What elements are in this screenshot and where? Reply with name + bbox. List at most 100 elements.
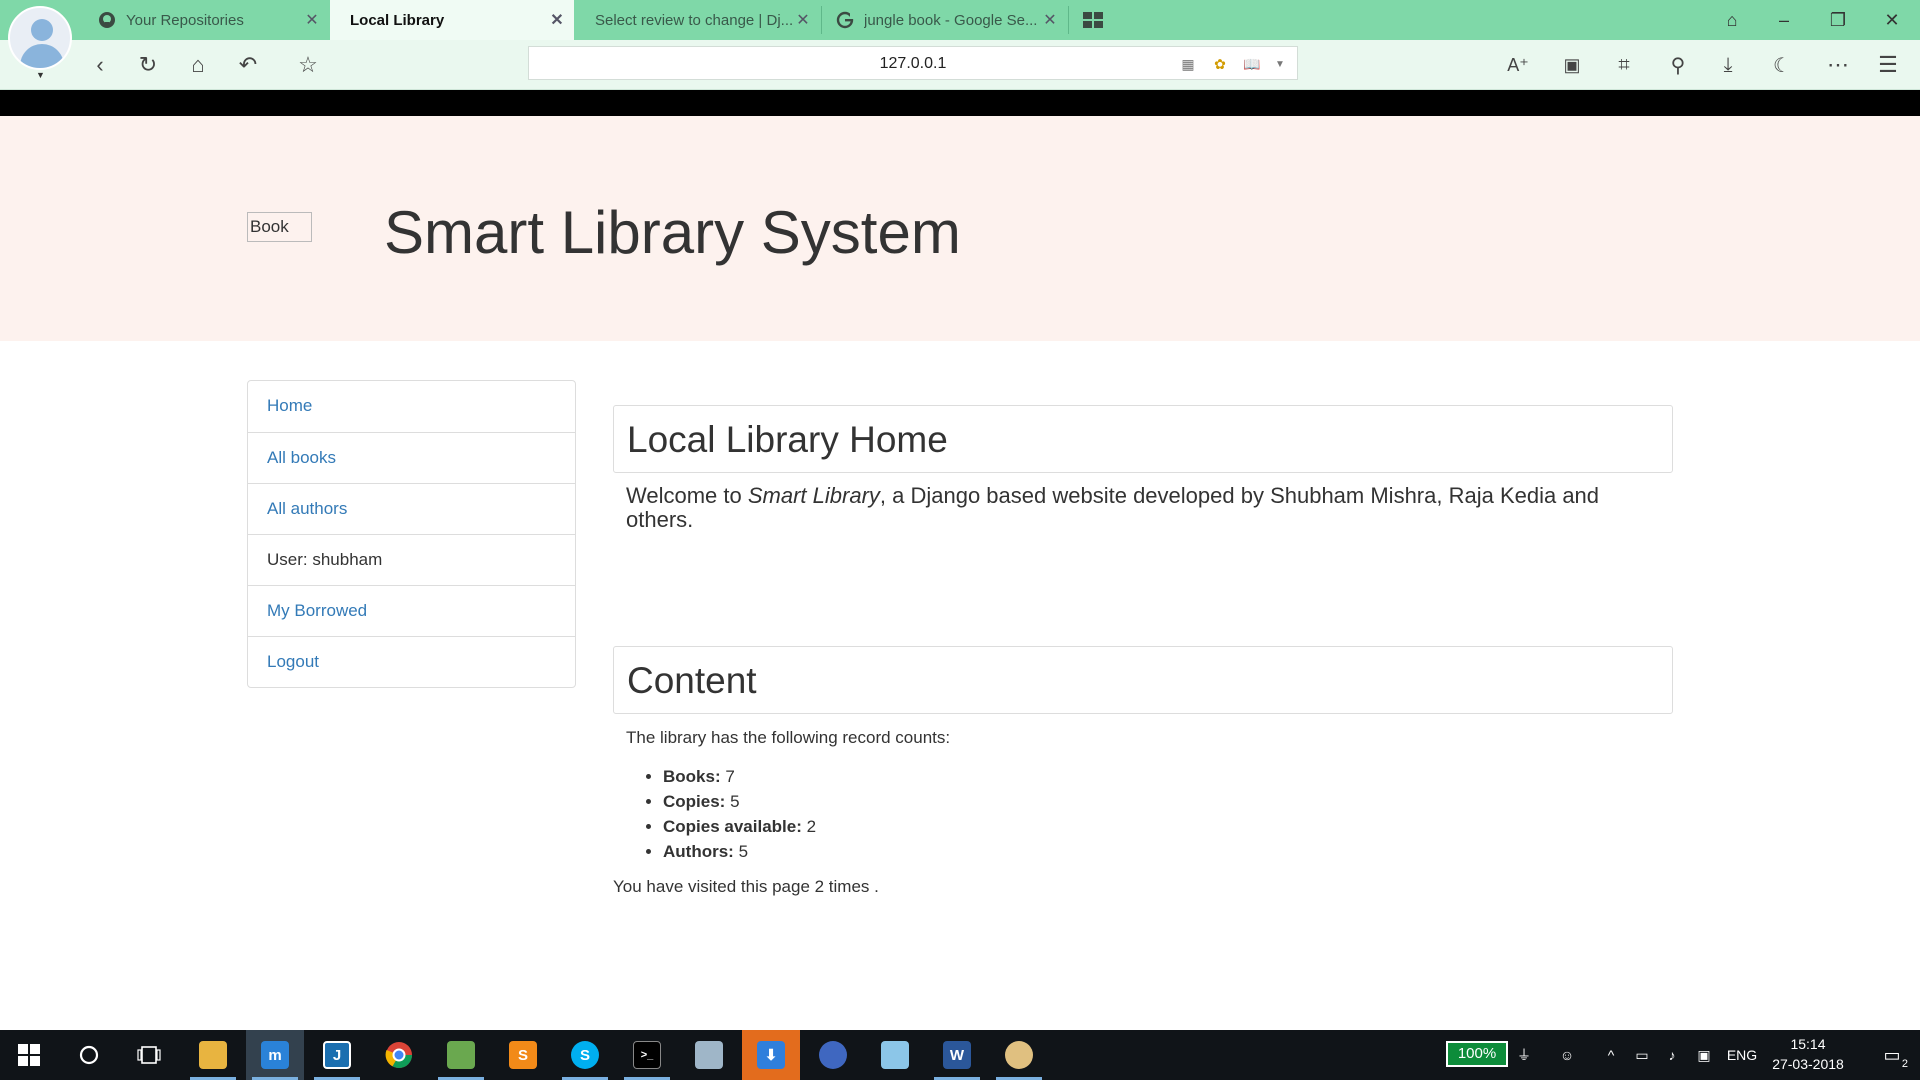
avatar-head xyxy=(31,19,53,41)
sidebar-item-all-books[interactable]: All books xyxy=(248,432,575,483)
download-icon[interactable]: ⤓ xyxy=(1710,48,1746,82)
qr-code-icon[interactable]: ▦ xyxy=(1177,53,1199,75)
home-heading-panel: Local Library Home xyxy=(613,405,1673,473)
home-icon[interactable]: ⌂ xyxy=(180,48,216,82)
people-icon[interactable]: ☺ xyxy=(1552,1030,1582,1080)
tab-select-review[interactable]: Select review to change | Dj... ✕ xyxy=(575,0,820,40)
chevron-up-icon[interactable]: ^ xyxy=(1598,1030,1624,1080)
counts-intro: The library has the following record cou… xyxy=(626,728,951,747)
volume-icon[interactable]: ♪ xyxy=(1658,1030,1686,1080)
record-counts-list: Books: 7 Copies: 5 Copies available: 2 A… xyxy=(663,764,816,864)
sidebar-item-home[interactable]: Home xyxy=(248,381,575,432)
count-label: Copies available: xyxy=(663,817,802,836)
skype-icon[interactable]: S xyxy=(556,1030,614,1080)
more-icon[interactable]: ⋯ xyxy=(1820,48,1856,82)
avatar-shoulders xyxy=(20,44,64,68)
count-value: 7 xyxy=(725,767,735,786)
address-bar[interactable]: 127.0.0.1 ▦ ✿ 📖 ▼ xyxy=(528,46,1298,80)
menu-icon[interactable]: ☰ xyxy=(1870,48,1906,82)
tab-your-repositories[interactable]: Your Repositories ✕ xyxy=(84,0,329,40)
message-icon: ▭ xyxy=(1883,1044,1901,1065)
downloader-icon[interactable]: ⬇ xyxy=(742,1030,800,1080)
terminal-icon[interactable]: >_ xyxy=(618,1030,676,1080)
visit-count-text: You have visited this page 2 times . xyxy=(613,877,879,896)
list-item: Authors: 5 xyxy=(663,839,816,864)
refresh-icon[interactable]: ↻ xyxy=(130,48,166,82)
tab-grid-icon[interactable] xyxy=(1075,3,1111,37)
reader-mode-icon[interactable]: 📖 xyxy=(1241,53,1263,75)
file-explorer-icon[interactable] xyxy=(184,1030,242,1080)
control-panel-icon[interactable] xyxy=(680,1030,738,1080)
profile-avatar[interactable] xyxy=(8,6,72,70)
welcome-text: Welcome to Smart Library, a Django based… xyxy=(626,484,1656,532)
battery-icon[interactable]: ▭ xyxy=(1628,1030,1656,1080)
pin-icon[interactable]: ⌂ xyxy=(1706,0,1758,40)
language-indicator[interactable]: ENG xyxy=(1722,1030,1762,1080)
list-item: Copies: 5 xyxy=(663,789,816,814)
sublime-text-icon[interactable]: S xyxy=(494,1030,552,1080)
windows-taskbar: m J S S >_ ⬇ W ⏚ ☺ ^ ▭ ♪ ▣ ENG xyxy=(0,1030,1920,1080)
paint-icon[interactable] xyxy=(990,1030,1048,1080)
search-icon[interactable]: ⚲ xyxy=(1660,48,1696,82)
night-mode-icon[interactable]: ☾ xyxy=(1764,48,1800,82)
count-value: 5 xyxy=(738,842,749,861)
network-icon[interactable]: ▣ xyxy=(1690,1030,1718,1080)
tab-jungle-book[interactable]: jungle book - Google Se... ✕ xyxy=(822,0,1067,40)
plug-icon[interactable]: ⏚ xyxy=(1510,1030,1538,1080)
tab-separator xyxy=(1068,6,1069,34)
chevron-down-icon[interactable]: ▼ xyxy=(1269,53,1291,75)
navbar xyxy=(0,90,1920,116)
tab-bar: Your Repositories ✕ Local Library ✕ Sele… xyxy=(0,0,1920,40)
header-jumbotron: Book Smart Library System xyxy=(0,116,1920,341)
list-item: Books: 7 xyxy=(663,764,816,789)
close-icon[interactable]: ✕ xyxy=(303,10,321,30)
firefox-icon[interactable] xyxy=(804,1030,862,1080)
sidebar-item-logout[interactable]: Logout xyxy=(248,636,575,687)
windows-start-icon[interactable] xyxy=(0,1030,58,1080)
count-label: Copies: xyxy=(663,792,726,811)
star-icon[interactable]: ☆ xyxy=(290,48,326,82)
tab-title: Your Repositories xyxy=(126,11,244,29)
chrome-icon[interactable] xyxy=(370,1030,428,1080)
content-heading: Content xyxy=(627,660,757,701)
tab-title: Select review to change | Dj... xyxy=(595,11,794,29)
pycharm-icon[interactable]: J xyxy=(308,1030,366,1080)
undo-icon[interactable]: ↶ xyxy=(230,48,266,82)
cortana-icon[interactable] xyxy=(60,1030,118,1080)
translate-icon[interactable]: A⁺ xyxy=(1500,48,1536,82)
close-icon[interactable]: ✕ xyxy=(1041,10,1059,30)
restore-button[interactable]: ❐ xyxy=(1812,0,1864,40)
google-icon xyxy=(836,11,854,29)
minimize-button[interactable]: – xyxy=(1758,0,1810,40)
clock-date: 27-03-2018 xyxy=(1772,1056,1844,1072)
content-heading-panel: Content xyxy=(613,646,1673,714)
word-icon[interactable]: W xyxy=(928,1030,986,1080)
github-icon xyxy=(98,11,116,29)
notification-count: 2 xyxy=(1901,1058,1908,1070)
screenshot-icon[interactable]: ▣ xyxy=(1554,48,1590,82)
welcome-emphasis: Smart Library xyxy=(747,483,880,508)
sidebar-item-all-authors[interactable]: All authors xyxy=(248,483,575,534)
book-logo-image: Book xyxy=(247,212,312,242)
clock-time: 15:14 xyxy=(1790,1036,1826,1052)
crop-icon[interactable]: ⌗ xyxy=(1606,48,1642,82)
close-window-button[interactable]: ✕ xyxy=(1866,0,1918,40)
sidebar-item-my-borrowed[interactable]: My Borrowed xyxy=(248,585,575,636)
notepad-icon[interactable] xyxy=(432,1030,490,1080)
tab-title: jungle book - Google Se... xyxy=(864,11,1038,29)
close-icon[interactable]: ✕ xyxy=(548,10,566,30)
back-icon[interactable]: ‹ xyxy=(82,48,118,82)
sidebar-nav: Home All books All authors User: shubham… xyxy=(247,380,576,688)
tab-local-library[interactable]: Local Library ✕ xyxy=(330,0,574,40)
extension-icon[interactable]: ✿ xyxy=(1209,53,1231,75)
chevron-down-icon[interactable]: ▼ xyxy=(36,70,45,80)
system-clock[interactable]: 15:14 27-03-2018 xyxy=(1768,1034,1848,1074)
task-view-icon[interactable] xyxy=(120,1030,178,1080)
close-icon[interactable]: ✕ xyxy=(794,10,812,30)
maxthon-browser-icon[interactable]: m xyxy=(246,1030,304,1080)
notes-app-icon[interactable] xyxy=(866,1030,924,1080)
count-label: Authors: xyxy=(663,842,734,861)
action-center-icon[interactable]: ▭ 2 xyxy=(1864,1030,1920,1080)
count-value: 2 xyxy=(806,817,817,836)
battery-percentage: 100% xyxy=(1446,1041,1508,1067)
